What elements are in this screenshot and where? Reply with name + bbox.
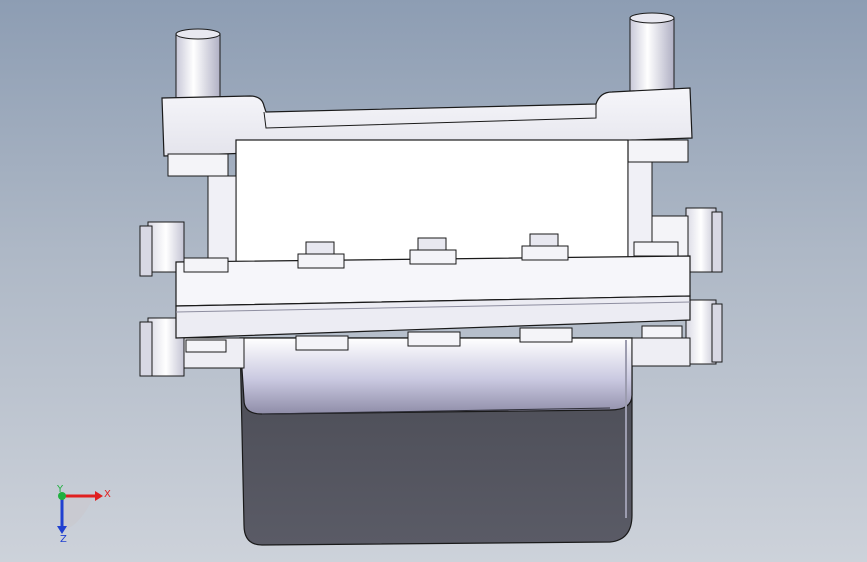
clamp-bars — [175, 255, 691, 339]
graphics-viewport[interactable]: X Y Z — [0, 0, 867, 562]
cad-model[interactable] — [0, 0, 867, 562]
lower-tank — [239, 337, 633, 546]
